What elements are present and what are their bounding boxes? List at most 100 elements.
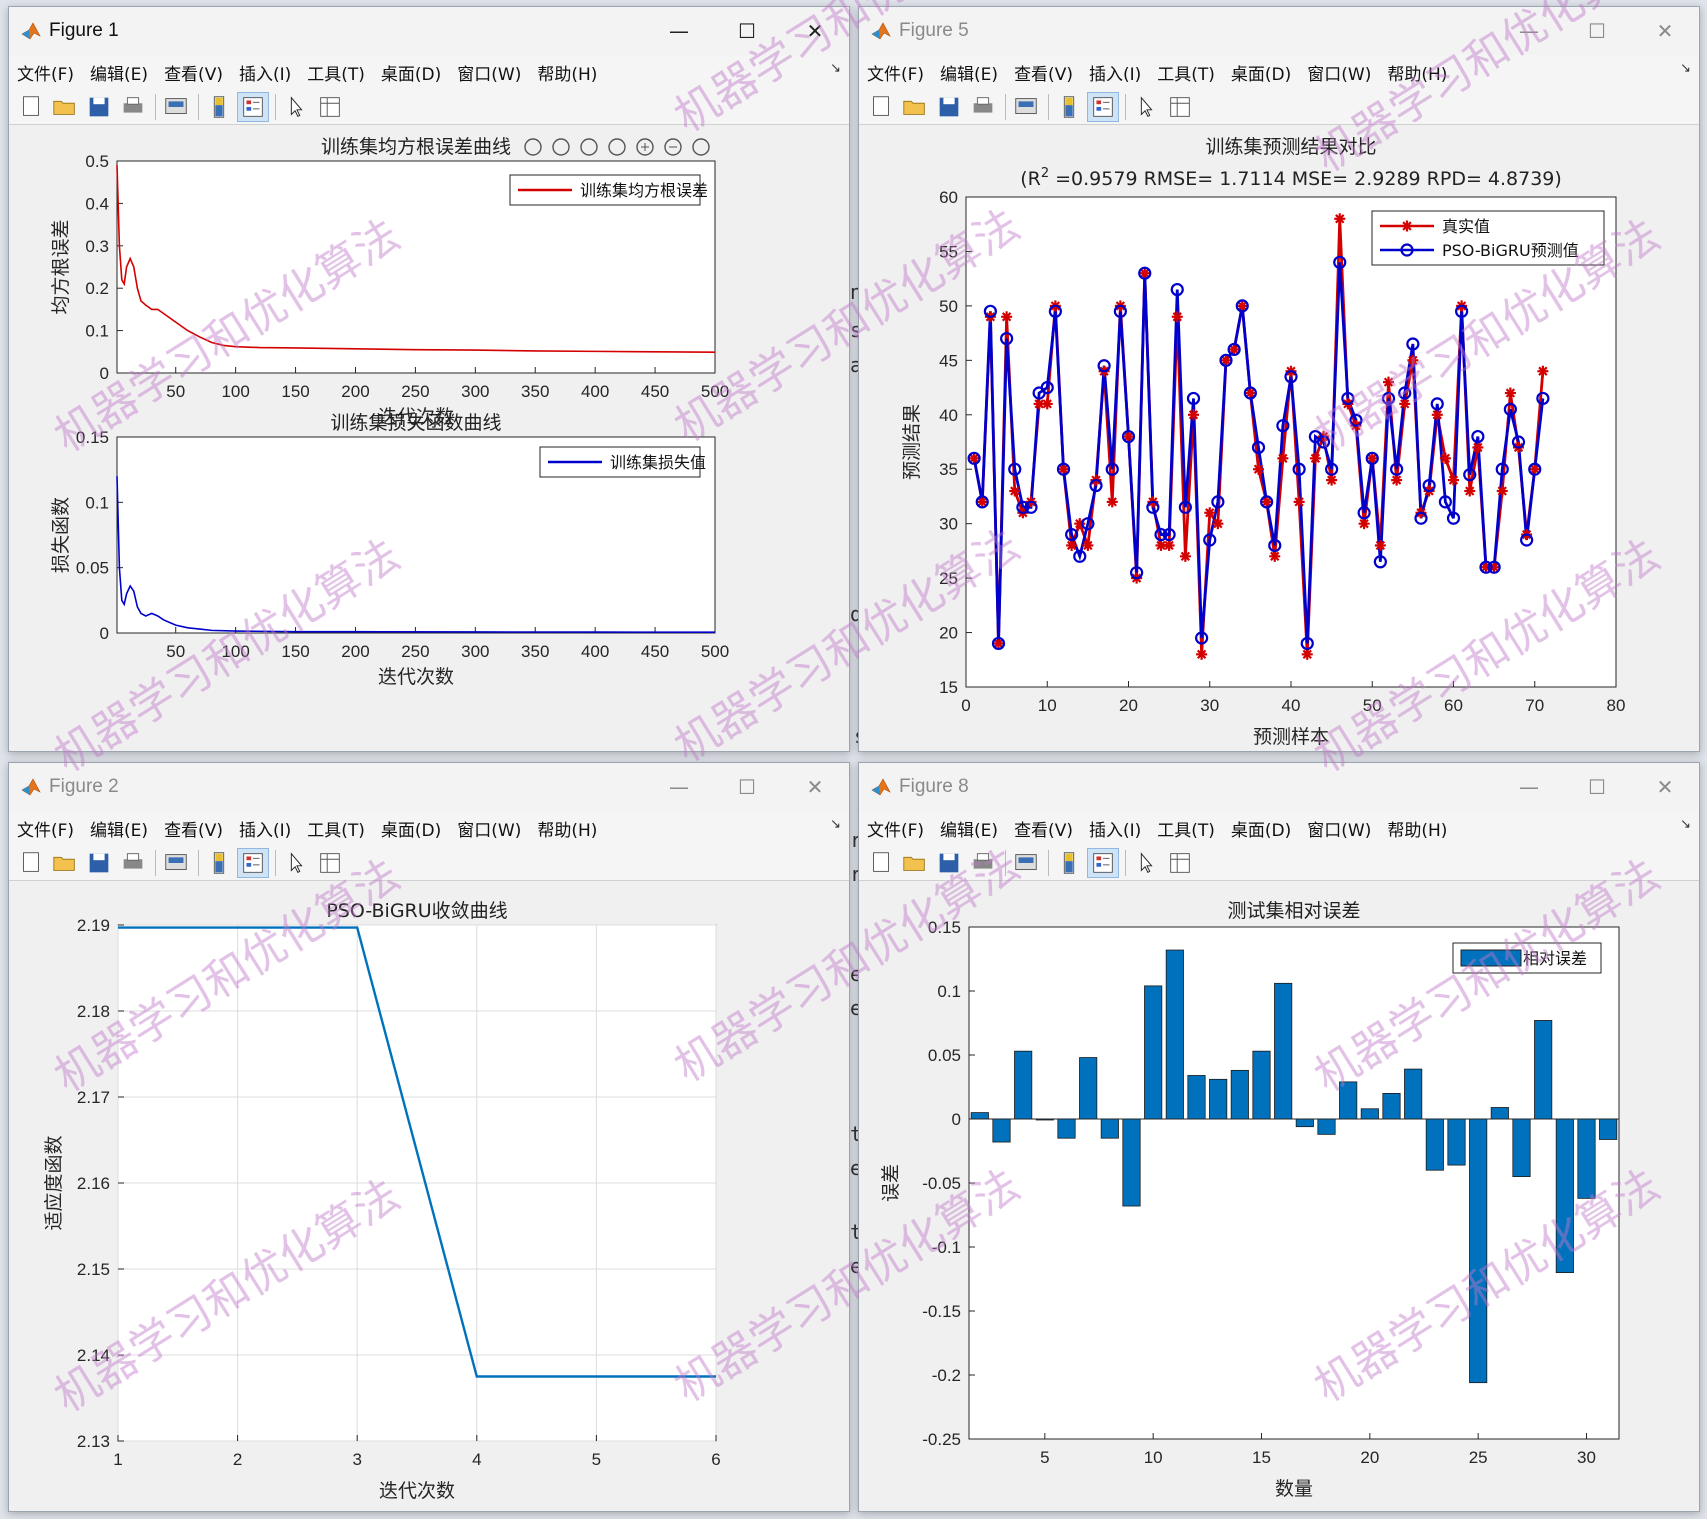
menu-item[interactable]: 桌面(D) bbox=[381, 816, 441, 841]
zoom-out-icon[interactable] bbox=[664, 138, 682, 156]
open-file-button[interactable] bbox=[899, 92, 931, 122]
legend-button[interactable] bbox=[1087, 847, 1119, 878]
dock-arrow-icon[interactable]: ↘ bbox=[1680, 817, 1691, 832]
title-bar[interactable]: Figure 2 — ☐ ✕ bbox=[9, 763, 849, 811]
menu-item[interactable]: 文件(F) bbox=[867, 60, 924, 85]
save-button[interactable] bbox=[933, 848, 965, 878]
title-bar[interactable]: Figure 1 — ☐ ✕ bbox=[9, 7, 849, 55]
menu-item[interactable]: 帮助(H) bbox=[537, 60, 597, 85]
property-editor-button[interactable] bbox=[314, 848, 346, 878]
menu-item[interactable]: 文件(F) bbox=[17, 60, 74, 85]
menu-item[interactable]: 查看(V) bbox=[1014, 816, 1073, 841]
menu-item[interactable]: 编辑(E) bbox=[940, 60, 998, 85]
colorbar-button[interactable] bbox=[1053, 92, 1085, 122]
figure-2-window[interactable]: Figure 2 — ☐ ✕ 文件(F) 编辑(E) 查看(V) 插入(I) 工具(T) 桌面(D… bbox=[8, 762, 850, 1512]
menu-item[interactable]: 编辑(E) bbox=[90, 816, 148, 841]
menu-item[interactable]: 文件(F) bbox=[867, 816, 924, 841]
dock-arrow-icon[interactable]: ↘ bbox=[830, 61, 841, 76]
print-button[interactable] bbox=[967, 92, 999, 122]
legend-button[interactable] bbox=[237, 91, 269, 122]
zoom-in-icon[interactable] bbox=[636, 138, 654, 156]
menu-item[interactable]: 文件(F) bbox=[17, 816, 74, 841]
menu-item[interactable]: 插入(I) bbox=[1089, 60, 1141, 85]
close-button[interactable]: ✕ bbox=[781, 763, 849, 811]
minimize-button[interactable]: — bbox=[645, 7, 713, 55]
close-button[interactable]: ✕ bbox=[1631, 7, 1699, 55]
print-button[interactable] bbox=[117, 92, 149, 122]
figure-8-window[interactable]: Figure 8 — ☐ ✕ 文件(F) 编辑(E) 查看(V) 插入(I) 工具(T) 桌面(D… bbox=[858, 762, 1700, 1512]
menu-item[interactable]: 插入(I) bbox=[1089, 816, 1141, 841]
print-button[interactable] bbox=[967, 848, 999, 878]
link-plot-button[interactable] bbox=[160, 848, 192, 878]
colorbar-button[interactable] bbox=[203, 848, 235, 878]
pan-icon[interactable] bbox=[608, 138, 626, 156]
menu-item[interactable]: 窗口(W) bbox=[1307, 60, 1371, 85]
figure-1-window[interactable]: Figure 1 — ☐ ✕ 文件(F) 编辑(E) 查看(V) 插入(I) 工具(T) 桌面(D… bbox=[8, 6, 850, 752]
menu-item[interactable]: 桌面(D) bbox=[1231, 816, 1291, 841]
new-figure-button[interactable] bbox=[15, 848, 47, 878]
menu-item[interactable]: 帮助(H) bbox=[1387, 816, 1447, 841]
maximize-button[interactable]: ☐ bbox=[1563, 763, 1631, 811]
pointer-button[interactable] bbox=[280, 848, 312, 878]
title-bar[interactable]: Figure 8 — ☐ ✕ bbox=[859, 763, 1699, 811]
property-editor-button[interactable] bbox=[314, 92, 346, 122]
dock-arrow-icon[interactable]: ↘ bbox=[830, 817, 841, 832]
link-plot-button[interactable] bbox=[1010, 92, 1042, 122]
menu-item[interactable]: 桌面(D) bbox=[381, 60, 441, 85]
maximize-button[interactable]: ☐ bbox=[713, 763, 781, 811]
print-button[interactable] bbox=[117, 848, 149, 878]
home-icon[interactable] bbox=[692, 138, 710, 156]
legend-button[interactable] bbox=[237, 847, 269, 878]
colorbar-button[interactable] bbox=[1053, 848, 1085, 878]
figure-5-window[interactable]: Figure 5 — ☐ ✕ 文件(F) 编辑(E) 查看(V) 插入(I) 工具(T) 桌面(D… bbox=[858, 6, 1700, 752]
property-editor-button[interactable] bbox=[1164, 848, 1196, 878]
data-tips-icon[interactable] bbox=[552, 138, 570, 156]
menu-item[interactable]: 查看(V) bbox=[164, 60, 223, 85]
property-editor-button[interactable] bbox=[1164, 92, 1196, 122]
menu-item[interactable]: 窗口(W) bbox=[1307, 816, 1371, 841]
save-button[interactable] bbox=[83, 92, 115, 122]
open-file-button[interactable] bbox=[49, 848, 81, 878]
x-tick-label: 250 bbox=[401, 642, 429, 661]
minimize-button[interactable]: — bbox=[1495, 763, 1563, 811]
menu-item[interactable]: 工具(T) bbox=[307, 816, 365, 841]
menu-item[interactable]: 桌面(D) bbox=[1231, 60, 1291, 85]
menu-item[interactable]: 插入(I) bbox=[239, 60, 291, 85]
menu-item[interactable]: 编辑(E) bbox=[940, 816, 998, 841]
open-file-button[interactable] bbox=[49, 92, 81, 122]
brush-icon[interactable] bbox=[524, 138, 542, 156]
close-button[interactable]: ✕ bbox=[781, 7, 849, 55]
pointer-button[interactable] bbox=[1130, 848, 1162, 878]
menu-item[interactable]: 帮助(H) bbox=[537, 816, 597, 841]
menu-item[interactable]: 工具(T) bbox=[1157, 60, 1215, 85]
new-figure-button[interactable] bbox=[865, 92, 897, 122]
new-figure-button[interactable] bbox=[865, 848, 897, 878]
pointer-button[interactable] bbox=[280, 92, 312, 122]
menu-item[interactable]: 工具(T) bbox=[307, 60, 365, 85]
minimize-button[interactable]: — bbox=[645, 763, 713, 811]
menu-item[interactable]: 查看(V) bbox=[1014, 60, 1073, 85]
menu-item[interactable]: 帮助(H) bbox=[1387, 60, 1447, 85]
link-plot-button[interactable] bbox=[1010, 848, 1042, 878]
menu-item[interactable]: 查看(V) bbox=[164, 816, 223, 841]
legend-button[interactable] bbox=[1087, 91, 1119, 122]
menu-item[interactable]: 编辑(E) bbox=[90, 60, 148, 85]
colorbar-button[interactable] bbox=[203, 92, 235, 122]
menu-item[interactable]: 窗口(W) bbox=[457, 816, 521, 841]
dock-arrow-icon[interactable]: ↘ bbox=[1680, 61, 1691, 76]
maximize-button[interactable]: ☐ bbox=[713, 7, 781, 55]
save-button[interactable] bbox=[83, 848, 115, 878]
open-file-button[interactable] bbox=[899, 848, 931, 878]
menu-item[interactable]: 插入(I) bbox=[239, 816, 291, 841]
maximize-button[interactable]: ☐ bbox=[1563, 7, 1631, 55]
title-bar[interactable]: Figure 5 — ☐ ✕ bbox=[859, 7, 1699, 55]
link-plot-button[interactable] bbox=[160, 92, 192, 122]
pointer-button[interactable] bbox=[1130, 92, 1162, 122]
save-button[interactable] bbox=[933, 92, 965, 122]
menu-item[interactable]: 工具(T) bbox=[1157, 816, 1215, 841]
restore-icon[interactable] bbox=[580, 138, 598, 156]
minimize-button[interactable]: — bbox=[1495, 7, 1563, 55]
new-figure-button[interactable] bbox=[15, 92, 47, 122]
close-button[interactable]: ✕ bbox=[1631, 763, 1699, 811]
menu-item[interactable]: 窗口(W) bbox=[457, 60, 521, 85]
